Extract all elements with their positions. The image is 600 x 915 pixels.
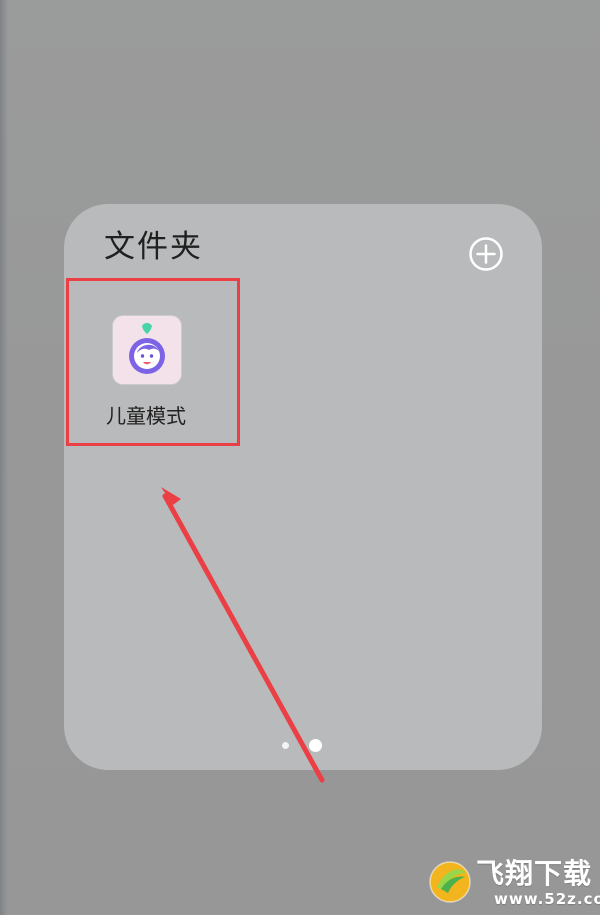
kids-mode-svg bbox=[113, 316, 181, 384]
watermark-site: www.52z.com bbox=[494, 890, 600, 908]
screen-left-edge bbox=[0, 0, 8, 915]
watermark-logo-icon bbox=[429, 861, 471, 903]
add-circle-svg bbox=[469, 237, 503, 271]
watermark-brand: 飞翔下载 bbox=[476, 857, 593, 890]
app-label-kids-mode: 儿童模式 bbox=[106, 404, 186, 428]
watermark: 飞翔下载 www.52z.com bbox=[426, 850, 600, 915]
add-circle-icon[interactable] bbox=[467, 235, 505, 273]
page-dot-2-active bbox=[309, 739, 322, 752]
page-dot-1 bbox=[282, 742, 289, 749]
app-item-kids-mode[interactable]: 儿童模式 bbox=[84, 306, 208, 436]
folder-title: 文件夹 bbox=[104, 229, 203, 265]
kids-mode-icon[interactable] bbox=[113, 316, 181, 384]
page-indicator bbox=[282, 736, 324, 752]
